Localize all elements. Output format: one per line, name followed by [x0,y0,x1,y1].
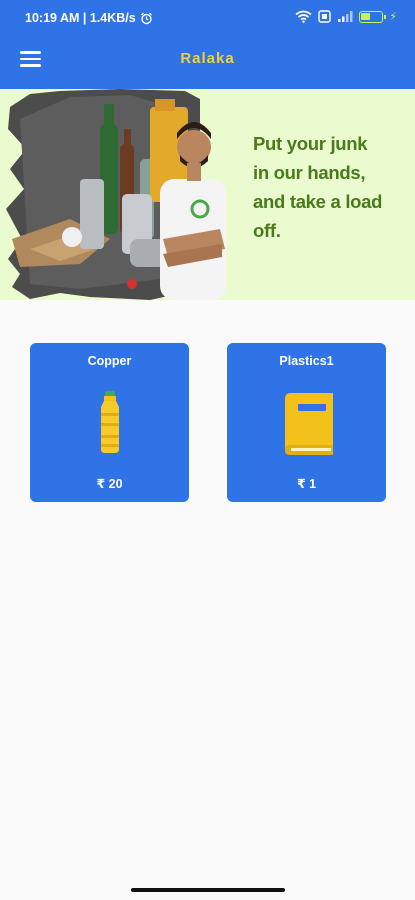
gesture-home-bar[interactable] [131,888,285,892]
status-bar: 10:19 AM | 1.4KB/s ⚡ [0,0,415,36]
app-title: Ralaka [180,50,235,67]
banner-junk-photo [6,89,226,300]
product-price: ₹ 1 [296,477,317,491]
product-price: ₹ 20 [96,477,123,491]
alarm-icon [140,12,152,24]
banner-line-2: in our hands, [253,162,366,183]
wifi-icon [295,10,312,23]
app-bar: 10:19 AM | 1.4KB/s ⚡ Ralaka [0,0,415,89]
charging-icon: ⚡ [389,11,397,23]
sim-icon [318,10,331,23]
product-name: Plastics1 [279,354,334,368]
product-card-copper[interactable]: Copper ₹ 20 [30,343,189,502]
banner-line-3: and take a load off. [253,191,383,241]
oil-bottle-icon [100,391,119,453]
banner-tagline: Put your junk in our hands, and take a l… [253,129,413,245]
status-time-speed: 10:19 AM | 1.4KB/s [25,11,136,25]
product-card-plastics1[interactable]: Plastics1 ₹ 1 [227,343,386,502]
battery-icon [359,10,387,23]
signal-icon [338,11,353,22]
product-name: Copper [87,354,132,368]
banner-line-1: Put your junk [253,133,368,154]
book-icon [284,393,333,455]
promo-banner: Put your junk in our hands, and take a l… [0,89,415,300]
